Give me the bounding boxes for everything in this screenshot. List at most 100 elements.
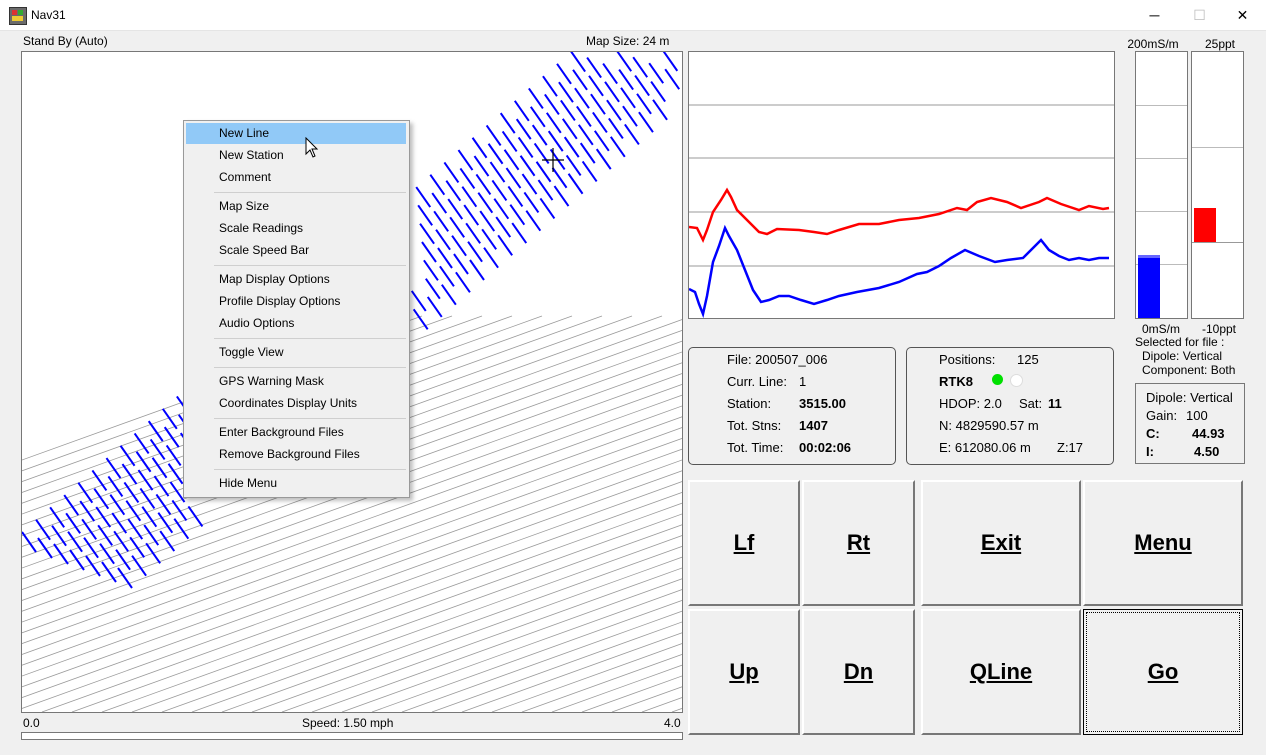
- survey-mark: [125, 500, 142, 522]
- survey-mark: [471, 137, 488, 159]
- menu-separator: [214, 265, 406, 266]
- hdop-value: HDOP: 2.0: [939, 396, 1002, 411]
- gps-panel: Positions: 125 RTK8 HDOP: 2.0 Sat: 11 N:…: [906, 347, 1114, 465]
- survey-mark: [581, 160, 598, 183]
- survey-mark: [465, 222, 481, 244]
- survey-mark: [467, 241, 483, 263]
- survey-mark: [505, 167, 522, 189]
- mouse-cursor-icon: [305, 137, 319, 158]
- right-button[interactable]: Rt: [802, 480, 915, 606]
- tot-time-value: 00:02:06: [799, 440, 852, 455]
- menu-item-comment[interactable]: Comment: [186, 167, 406, 188]
- survey-mark: [576, 105, 592, 128]
- survey-mark: [475, 173, 492, 195]
- left-button[interactable]: Lf: [688, 480, 800, 606]
- menu-item-hide-menu[interactable]: Hide Menu: [186, 473, 406, 494]
- curr-line-label: Curr. Line:: [727, 374, 787, 389]
- survey-mark: [572, 69, 588, 91]
- survey-mark: [648, 62, 665, 84]
- survey-mark: [410, 290, 427, 312]
- survey-mark: [421, 241, 437, 263]
- survey-mark: [579, 142, 596, 164]
- survey-mark: [608, 117, 624, 140]
- menu-item-coordinates-display-units[interactable]: Coordinates Display Units: [186, 393, 406, 414]
- menu-item-enter-background-files[interactable]: Enter Background Files: [186, 422, 406, 443]
- survey-mark: [501, 130, 518, 153]
- survey-mark: [69, 549, 85, 571]
- survey-mark: [604, 81, 620, 103]
- title-bar: [0, 0, 1266, 31]
- status-text: Stand By (Auto): [23, 34, 108, 48]
- survey-mark: [151, 457, 168, 479]
- menu-item-remove-background-files[interactable]: Remove Background Files: [186, 444, 406, 465]
- survey-mark: [616, 52, 633, 72]
- survey-mark: [529, 106, 546, 128]
- survey-mark: [609, 136, 626, 158]
- context-menu: New Line New Station Comment Map Size Sc…: [183, 120, 410, 498]
- conductivity-bar-box: [1135, 51, 1188, 319]
- survey-mark: [426, 296, 443, 318]
- c-scale-top: 200mS/m: [1127, 37, 1179, 51]
- survey-mark: [634, 74, 650, 97]
- survey-mark: [97, 524, 113, 546]
- down-button[interactable]: Dn: [802, 609, 915, 735]
- menu-item-scale-speed-bar[interactable]: Scale Speed Bar: [186, 240, 406, 261]
- survey-mark: [167, 463, 184, 485]
- maximize-button[interactable]: ☐: [1177, 0, 1222, 30]
- survey-mark: [459, 167, 476, 189]
- survey-mark: [451, 235, 467, 257]
- close-button[interactable]: ✕: [1220, 0, 1265, 30]
- menu-item-map-size[interactable]: Map Size: [186, 196, 406, 217]
- up-button[interactable]: Up: [688, 609, 800, 735]
- menu-item-scale-readings[interactable]: Scale Readings: [186, 218, 406, 239]
- c-label: C:: [1146, 426, 1160, 441]
- survey-mark: [161, 408, 178, 430]
- survey-mark: [453, 253, 469, 275]
- inphase-bar: [1194, 208, 1216, 242]
- menu-item-profile-display-options[interactable]: Profile Display Options: [186, 291, 406, 312]
- zone-value: Z:17: [1057, 440, 1084, 455]
- menu-button[interactable]: Menu: [1083, 480, 1243, 606]
- survey-mark: [577, 124, 594, 146]
- menu-item-map-display-options[interactable]: Map Display Options: [186, 269, 406, 290]
- dipole-value: Dipole: Vertical: [1146, 390, 1233, 405]
- survey-mark: [433, 210, 449, 232]
- selected-file-label: Selected for file :: [1135, 335, 1225, 349]
- survey-mark: [157, 512, 174, 534]
- menu-item-audio-options[interactable]: Audio Options: [186, 313, 406, 334]
- minimize-button[interactable]: ─: [1132, 0, 1177, 30]
- exit-button[interactable]: Exit: [921, 480, 1081, 606]
- go-button[interactable]: Go: [1083, 609, 1243, 735]
- positions-label: Positions:: [939, 352, 996, 367]
- menu-item-new-station[interactable]: New Station: [186, 145, 406, 166]
- c-scale-bottom: 0mS/m: [1141, 322, 1180, 336]
- survey-mark: [618, 68, 634, 91]
- survey-mark: [560, 99, 576, 122]
- station-value: 3515.00: [799, 396, 846, 411]
- survey-mark: [461, 186, 478, 208]
- survey-mark: [437, 247, 453, 269]
- menu-separator: [214, 192, 406, 193]
- i-scale-top: 25ppt: [1204, 37, 1236, 51]
- profile-chart: [688, 51, 1115, 319]
- northing-value: N: 4829590.57 m: [939, 418, 1039, 433]
- menu-item-gps-warning-mask[interactable]: GPS Warning Mask: [186, 371, 406, 392]
- survey-mark: [497, 234, 513, 256]
- survey-mark: [551, 167, 568, 189]
- survey-mark: [487, 143, 504, 165]
- survey-mark: [662, 52, 679, 72]
- survey-mark: [412, 308, 429, 330]
- survey-mark: [477, 192, 494, 214]
- survey-mark: [537, 179, 554, 201]
- qline-button[interactable]: QLine: [921, 609, 1081, 735]
- survey-mark: [567, 173, 584, 195]
- menu-separator: [214, 418, 406, 419]
- survey-mark: [624, 123, 640, 146]
- menu-item-toggle-view[interactable]: Toggle View: [186, 342, 406, 363]
- selected-dipole: Dipole: Vertical: [1142, 349, 1223, 363]
- menu-item-new-line[interactable]: New Line: [186, 123, 406, 144]
- survey-mark: [439, 265, 455, 287]
- gain-value: 100: [1186, 408, 1208, 423]
- survey-mark: [563, 136, 580, 158]
- survey-mark: [143, 524, 160, 546]
